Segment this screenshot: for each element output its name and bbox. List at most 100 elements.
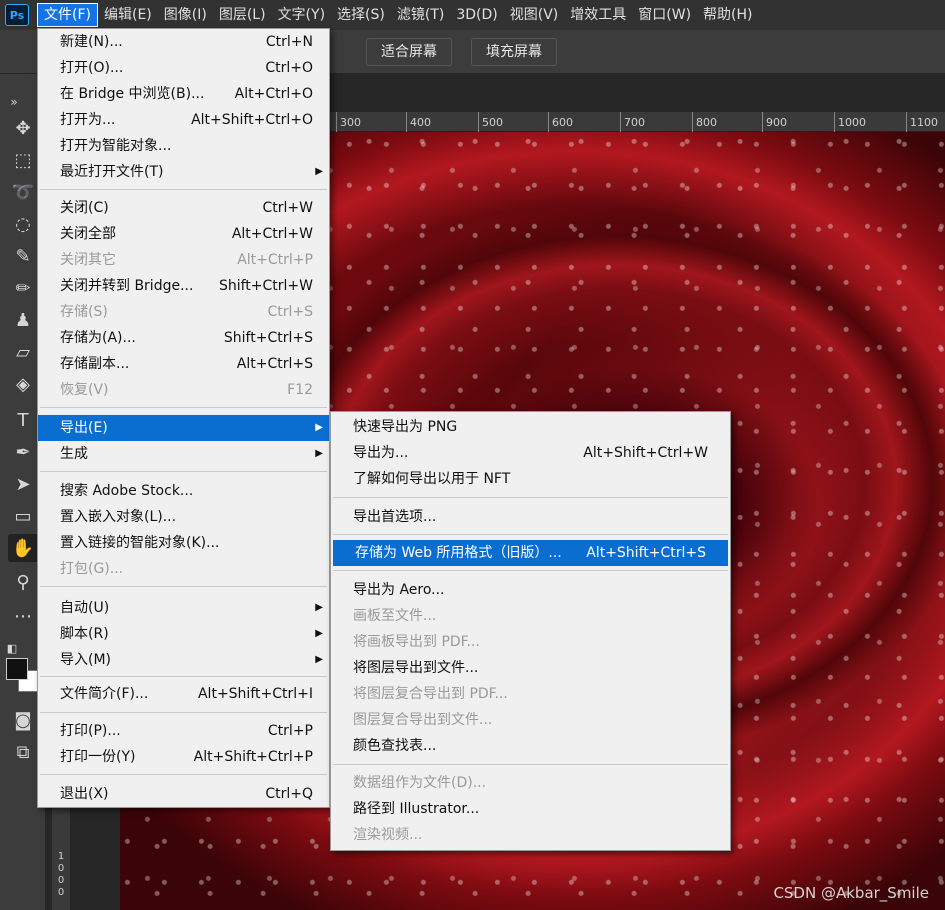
ruler-tick: 400: [406, 112, 431, 132]
menu-item-import[interactable]: 导入(M) ▶: [38, 647, 329, 673]
menu-file[interactable]: 文件(F): [37, 3, 98, 27]
submenu-arrow-icon: ▶: [315, 166, 323, 177]
menu-item-generate[interactable]: 生成 ▶: [38, 441, 329, 467]
watermark: CSDN @Akbar_Smile: [773, 884, 929, 902]
menu-separator: [333, 497, 728, 498]
menu-item-close-goto-bridge[interactable]: 关闭并转到 Bridge... Shift+Ctrl+W: [38, 273, 329, 299]
ruler-digit: 1: [57, 851, 65, 862]
file-menu: 新建(N)... Ctrl+N 打开(O)... Ctrl+O 在 Bridge 中…: [37, 28, 330, 808]
menu-item-artboards-to-files: 画板至文件...: [353, 608, 437, 624]
menu-bar: Ps 文件(F) 编辑(E) 图像(I) 图层(L) 文字(Y) 选择(S) 滤…: [0, 0, 945, 30]
menu-separator: [40, 586, 327, 587]
menu-item-open-smart-object[interactable]: 打开为智能对象...: [38, 133, 329, 159]
ruler-tick: 300: [336, 112, 361, 132]
menu-item-revert: 恢复(V) F12: [60, 382, 313, 398]
submenu-arrow-icon: ▶: [315, 628, 323, 639]
eraser-tool-icon[interactable]: ▱: [8, 338, 38, 366]
menu-plugins[interactable]: 增效工具: [564, 3, 632, 27]
menu-item-automate[interactable]: 自动(U) ▶: [38, 595, 329, 621]
eyedropper-tool-icon[interactable]: ✎: [8, 242, 38, 270]
pen-tool-icon[interactable]: ✒: [8, 438, 38, 466]
menu-item-place-embedded[interactable]: 置入嵌入对象(L)...: [38, 504, 329, 530]
menu-item-close[interactable]: 关闭(C) Ctrl+W: [38, 195, 329, 221]
menu-item-export[interactable]: 导出(E) ▶: [38, 415, 329, 441]
menu-item-color-lookup-tables[interactable]: 颜色查找表...: [331, 733, 730, 759]
menu-3d[interactable]: 3D(D): [450, 3, 503, 27]
menu-item-export-nft[interactable]: 了解如何导出以用于 NFT: [331, 466, 730, 492]
ruler-tick: 900: [762, 112, 787, 132]
menu-item-print[interactable]: 打印(P)... Ctrl+P: [38, 718, 329, 744]
menu-item-scripts[interactable]: 脚本(R) ▶: [38, 621, 329, 647]
menu-view[interactable]: 视图(V): [504, 3, 565, 27]
lasso-tool-icon[interactable]: ➰: [8, 178, 38, 206]
menu-help[interactable]: 帮助(H): [697, 3, 758, 27]
menu-item-close-others: 关闭其它 Alt+Ctrl+P: [60, 252, 313, 268]
menu-item-quick-export-png[interactable]: 快速导出为 PNG: [331, 414, 730, 440]
menu-separator: [40, 676, 327, 677]
brush-tool-icon[interactable]: ✏: [8, 274, 38, 302]
menu-separator: [40, 712, 327, 713]
menu-type[interactable]: 文字(Y): [272, 3, 331, 27]
more-tools-icon[interactable]: ⋯: [8, 602, 38, 630]
menu-item-browse-bridge[interactable]: 在 Bridge 中浏览(B)... Alt+Ctrl+O: [38, 81, 329, 107]
menu-select[interactable]: 选择(S): [331, 3, 391, 27]
foreground-color-swatch[interactable]: [6, 658, 28, 680]
menu-item-close-all[interactable]: 关闭全部 Alt+Ctrl+W: [38, 221, 329, 247]
menu-item-package: 打包(G)...: [60, 561, 124, 577]
ruler-tick: 1100: [906, 112, 938, 132]
ruler-tick: 800: [692, 112, 717, 132]
menu-item-save-as[interactable]: 存储为(A)... Shift+Ctrl+S: [38, 325, 329, 351]
quick-select-tool-icon[interactable]: ◌: [8, 210, 38, 238]
move-tool-icon[interactable]: ✥: [8, 114, 38, 142]
menu-item-layer-comps-to-files: 图层复合导出到文件...: [353, 712, 493, 728]
menu-item-export-as[interactable]: 导出为... Alt+Shift+Ctrl+W: [331, 440, 730, 466]
panel-collapse-icon[interactable]: »: [4, 88, 24, 116]
submenu-arrow-icon: ▶: [315, 654, 323, 665]
menu-edit[interactable]: 编辑(E): [98, 3, 158, 27]
submenu-arrow-icon: ▶: [315, 422, 323, 433]
quick-mask-icon[interactable]: ◙: [8, 706, 38, 734]
marquee-tool-icon[interactable]: ⬚: [8, 146, 38, 174]
menu-item-search-stock[interactable]: 搜索 Adobe Stock...: [38, 478, 329, 504]
menu-item-export-aero[interactable]: 导出为 Aero...: [331, 577, 730, 603]
submenu-arrow-icon: ▶: [315, 602, 323, 613]
menu-item-open-as[interactable]: 打开为... Alt+Shift+Ctrl+O: [38, 107, 329, 133]
zoom-tool-icon[interactable]: ⚲: [8, 568, 38, 596]
stamp-tool-icon[interactable]: ♟: [8, 306, 38, 334]
menu-item-data-sets-as-files: 数据组作为文件(D)...: [353, 775, 487, 791]
export-submenu: 快速导出为 PNG 导出为... Alt+Shift+Ctrl+W 了解如何导出以…: [330, 411, 731, 851]
fit-screen-button[interactable]: 适合屏幕: [366, 38, 452, 66]
menu-separator: [333, 534, 728, 535]
submenu-arrow-icon: ▶: [315, 448, 323, 459]
menu-item-exit[interactable]: 退出(X) Ctrl+Q: [38, 781, 329, 807]
menu-item-save-for-web[interactable]: 存储为 Web 所用格式（旧版）... Alt+Shift+Ctrl+S: [333, 540, 728, 566]
type-tool-icon[interactable]: T: [8, 406, 38, 434]
ruler-tick: 700: [620, 112, 645, 132]
hand-tool-icon[interactable]: ✋: [8, 534, 38, 562]
menu-image[interactable]: 图像(I): [158, 3, 213, 27]
menu-item-new[interactable]: 新建(N)... Ctrl+N: [38, 29, 329, 55]
menu-item-print-one[interactable]: 打印一份(Y) Alt+Shift+Ctrl+P: [38, 744, 329, 770]
ruler-digit: 0: [57, 887, 65, 898]
menu-separator: [40, 774, 327, 775]
screen-mode-icon[interactable]: ⧉: [8, 738, 38, 766]
menu-item-open[interactable]: 打开(O)... Ctrl+O: [38, 55, 329, 81]
fill-screen-button[interactable]: 填充屏幕: [471, 38, 557, 66]
menu-item-export-preferences[interactable]: 导出首选项...: [331, 504, 730, 530]
photoshop-logo-icon[interactable]: Ps: [5, 4, 29, 26]
path-select-tool-icon[interactable]: ➤: [8, 470, 38, 498]
menu-item-layers-to-files[interactable]: 将图层导出到文件...: [331, 655, 730, 681]
menu-filter[interactable]: 滤镜(T): [391, 3, 450, 27]
menu-separator: [40, 407, 327, 408]
menu-item-open-recent[interactable]: 最近打开文件(T) ▶: [38, 159, 329, 185]
menu-separator: [40, 189, 327, 190]
menu-item-save-copy[interactable]: 存储副本... Alt+Ctrl+S: [38, 351, 329, 377]
paint-bucket-tool-icon[interactable]: ◈: [8, 370, 38, 398]
menu-window[interactable]: 窗口(W): [632, 3, 697, 27]
menu-item-file-info[interactable]: 文件简介(F)... Alt+Shift+Ctrl+I: [38, 681, 329, 707]
rectangle-tool-icon[interactable]: ▭: [8, 502, 38, 530]
menu-item-paths-to-illustrator[interactable]: 路径到 Illustrator...: [331, 796, 730, 822]
menu-separator: [333, 570, 728, 571]
menu-item-place-linked[interactable]: 置入链接的智能对象(K)...: [38, 530, 329, 556]
menu-layer[interactable]: 图层(L): [213, 3, 272, 27]
